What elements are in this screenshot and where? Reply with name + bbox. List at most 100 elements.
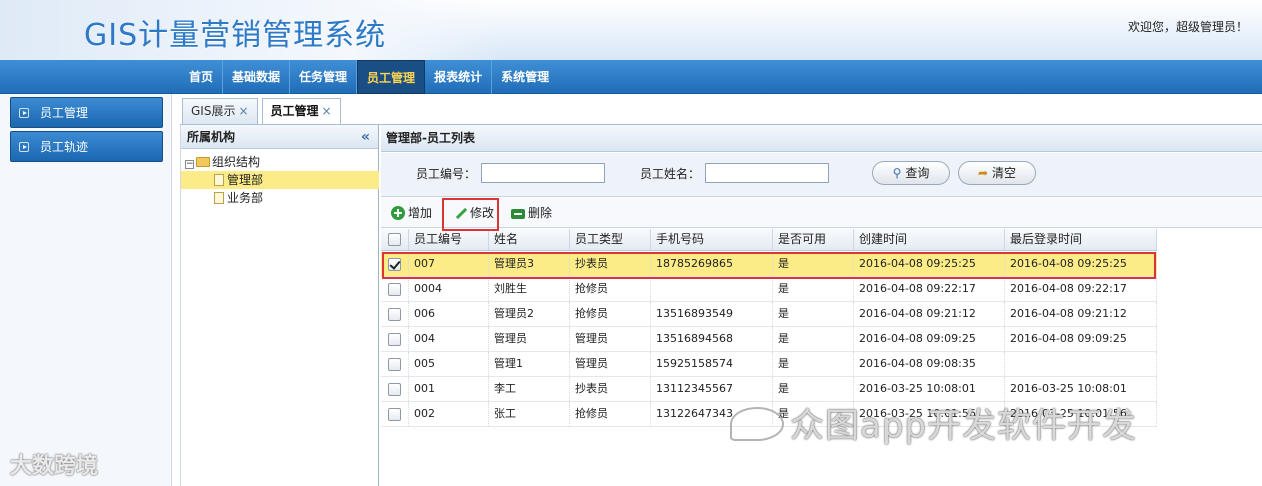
cell-name: 管理1 [489,352,570,376]
row-checkbox[interactable] [388,308,401,321]
emp-no-input[interactable] [481,163,605,183]
folder-icon [196,157,210,167]
cell-name: 管理员3 [489,252,570,276]
watermark-left-text: 大数跨境 [10,454,99,479]
emp-name-label: 员工姓名： [640,167,701,181]
sidebar-item-label: 员工轨迹 [40,140,89,154]
wechat-logo-icon [730,407,784,441]
cell-emp-no: 004 [409,327,489,351]
document-icon [214,174,224,186]
cell-created: 2016-04-08 09:08:35 [854,352,1005,376]
main-nav: 首页 基础数据 任务管理 员工管理 报表统计 系统管理 [0,60,1262,94]
watermark-left: 大数跨境 [10,448,98,480]
row-checkbox-cell [381,252,409,276]
tree-node-label: 业务部 [227,191,264,205]
row-checkbox[interactable] [388,358,401,371]
nav-item-employee-management[interactable]: 员工管理 [357,60,426,94]
tree-expander-icon[interactable]: − [185,160,194,169]
row-checkbox-cell [381,327,409,351]
cell-emp-type: 抄表员 [570,377,651,401]
emp-no-label: 员工编号： [416,167,477,181]
row-checkbox[interactable] [388,333,401,346]
table-row[interactable]: 004 管理员 管理员 13516894568 是 2016-04-08 09:09:25… [381,327,1157,352]
cell-emp-no: 002 [409,402,489,426]
close-icon[interactable]: × [322,104,332,118]
nav-item-reports[interactable]: 报表统计 [425,60,493,94]
table-row[interactable]: 007 管理员3 抄表员 18785269865 是 2016-04-08 09:25:2… [381,252,1157,277]
table-row[interactable]: 005 管理1 管理员 15925158574 是 2016-04-08 09:08:35 [381,352,1157,377]
cell-name: 张工 [489,402,570,426]
grid-header-row: 员工编号 姓名 员工类型 手机号码 是否可用 创建时间 最后登录时间 [381,229,1157,251]
tab-employee-management[interactable]: 员工管理 × [261,98,341,124]
cell-last-login: 2016-04-08 09:22:17 [1005,277,1157,301]
nav-item-base-data[interactable]: 基础数据 [223,60,291,94]
tree-node-management-dept[interactable]: 管理部 [181,171,379,189]
col-header-phone[interactable]: 手机号码 [651,229,773,250]
col-header-last-login[interactable]: 最后登录时间 [1005,229,1157,250]
cell-enabled: 是 [773,302,854,326]
add-button[interactable]: 增加 [389,202,432,224]
expand-arrow-icon [19,142,29,152]
watermark-right-text: 众图app开发软件开发 [790,406,1137,446]
cell-name: 刘胜生 [489,277,570,301]
sidebar-item-employee-management[interactable]: 员工管理 [10,97,163,128]
cell-phone: 15925158574 [651,352,773,376]
close-icon[interactable]: × [238,104,248,118]
tree-node-label: 组织结构 [212,155,261,169]
delete-button[interactable]: 删除 [509,202,552,224]
cell-name: 李工 [489,377,570,401]
query-button[interactable]: ⚲ 查询 [872,161,950,185]
document-icon [214,192,224,204]
tree-node-business-dept[interactable]: 业务部 [214,189,263,207]
col-header-name[interactable]: 姓名 [489,229,570,250]
col-header-emp-type[interactable]: 员工类型 [570,229,651,250]
minus-icon [511,209,525,219]
cell-emp-type: 管理员 [570,352,651,376]
edit-button-label: 修改 [470,206,495,220]
cell-phone: 13516894568 [651,327,773,351]
select-all-checkbox[interactable] [388,233,401,246]
cell-enabled: 是 [773,277,854,301]
expand-arrow-icon [19,108,29,118]
row-checkbox[interactable] [388,383,401,396]
sidebar-item-employee-track[interactable]: 员工轨迹 [10,131,163,162]
row-checkbox-cell [381,377,409,401]
clear-button-label: 清空 [992,166,1017,180]
sidebar-item-label: 员工管理 [40,106,89,120]
watermark-right: 众图app开发软件开发 [730,398,1137,447]
app-title: GIS计量营销管理系统 [84,18,387,53]
collapse-icon[interactable]: « [361,125,370,149]
row-checkbox[interactable] [388,258,401,271]
cell-enabled: 是 [773,327,854,351]
tree-node-org-structure[interactable]: − 组织结构 [185,153,260,171]
col-header-enabled[interactable]: 是否可用 [773,229,854,250]
query-button-label: 查询 [905,166,930,180]
cell-created: 2016-04-08 09:21:12 [854,302,1005,326]
header-checkbox-cell [381,229,409,250]
cell-emp-no: 007 [409,252,489,276]
edit-button[interactable]: 修改 [451,202,494,224]
row-checkbox[interactable] [388,408,401,421]
clear-button[interactable]: ➦ 清空 [958,161,1036,185]
table-row[interactable]: 006 管理员2 抢修员 13516893549 是 2016-04-08 09:21:1… [381,302,1157,327]
col-header-created[interactable]: 创建时间 [854,229,1005,250]
row-checkbox-cell [381,352,409,376]
emp-name-input[interactable] [705,163,829,183]
add-button-label: 增加 [408,206,433,220]
cell-phone: 18785269865 [651,252,773,276]
search-bar: 员工编号： 员工姓名： ⚲ 查询 ➦ 清空 [381,153,1262,197]
nav-item-task-management[interactable]: 任务管理 [290,60,358,94]
cell-emp-type: 抢修员 [570,277,651,301]
org-tree-panel: 所属机构 « − 组织结构 管理部 业务部 [180,125,379,486]
col-header-emp-no[interactable]: 员工编号 [409,229,489,250]
cell-last-login: 2016-04-08 09:09:25 [1005,327,1157,351]
nav-item-system-management[interactable]: 系统管理 [492,60,558,94]
cell-enabled: 是 [773,352,854,376]
cell-created: 2016-04-08 09:25:25 [854,252,1005,276]
cell-last-login: 2016-04-08 09:25:25 [1005,252,1157,276]
nav-item-home[interactable]: 首页 [180,60,224,94]
tab-gis-display[interactable]: GIS展示 × [182,98,258,124]
row-checkbox[interactable] [388,283,401,296]
table-row[interactable]: 0004 刘胜生 抢修员是 2016-04-08 09:22:17 2016-04-08… [381,277,1157,302]
left-sidebar: 员工管理 员工轨迹 [0,94,172,486]
